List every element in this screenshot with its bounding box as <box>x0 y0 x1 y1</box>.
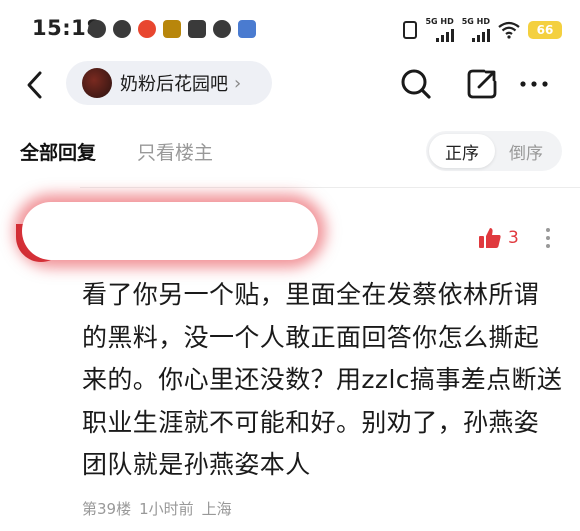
system-indicators: 5G HD 5G HD 66 <box>403 18 562 42</box>
video-icon <box>188 20 206 38</box>
like-button[interactable]: 3 <box>478 226 519 250</box>
signal-1: 5G HD <box>425 17 454 42</box>
browser-icon <box>238 20 256 38</box>
app-notification-icon <box>138 20 156 38</box>
battery-indicator: 66 <box>528 21 562 39</box>
vibrate-icon <box>403 21 418 39</box>
tab-op-only[interactable]: 只看楼主 <box>137 138 213 165</box>
wechat-icon <box>88 20 106 38</box>
post-time: 1小时前 <box>139 500 194 518</box>
divider <box>80 187 580 188</box>
status-bar: 15:18 5G HD 5G HD 66 <box>0 0 580 60</box>
order-asc-button[interactable]: 正序 <box>429 134 495 168</box>
back-arrow-icon[interactable] <box>22 68 50 102</box>
tab-all-replies[interactable]: 全部回复 <box>20 138 96 165</box>
more-icon[interactable] <box>516 66 552 102</box>
notification-icons <box>88 20 256 38</box>
floor-number: 第39楼 <box>82 500 132 518</box>
redacted-username <box>22 202 318 260</box>
wifi-icon <box>498 21 520 39</box>
share-icon[interactable] <box>464 66 500 102</box>
post-location: 上海 <box>201 500 232 518</box>
signal-2-label: 5G HD <box>461 17 490 26</box>
forum-entry-button[interactable]: 奶粉后花园吧 › <box>66 61 272 105</box>
reply-filter-bar: 全部回复 只看楼主 正序 倒序 <box>0 128 580 178</box>
location-icon <box>213 20 231 38</box>
signal-2: 5G HD <box>462 18 490 42</box>
message-icon <box>113 20 131 38</box>
thumbs-up-icon <box>479 228 501 248</box>
order-desc-button[interactable]: 倒序 <box>493 134 559 168</box>
app-notification-icon-2 <box>163 20 181 38</box>
top-nav-bar: 奶粉后花园吧 › <box>0 60 580 112</box>
sort-order-toggle: 正序 倒序 <box>426 131 562 171</box>
post-meta: 第39楼 1小时前 上海 <box>82 498 232 519</box>
forum-avatar <box>82 68 112 98</box>
search-icon[interactable] <box>398 66 434 102</box>
post-content: 看了你另一个贴，里面全在发蔡依林所谓的黑料，没一个人敢正面回答你怎么撕起来的。你… <box>82 280 563 479</box>
forum-name: 奶粉后花园吧 <box>120 74 228 95</box>
signal-bars-icon <box>435 26 454 42</box>
signal-1-label: 5G HD <box>425 17 454 26</box>
signal-bars-icon <box>472 26 490 42</box>
like-count: 3 <box>508 228 519 248</box>
chevron-right-icon: › <box>234 72 242 94</box>
more-vertical-icon[interactable] <box>540 224 556 252</box>
